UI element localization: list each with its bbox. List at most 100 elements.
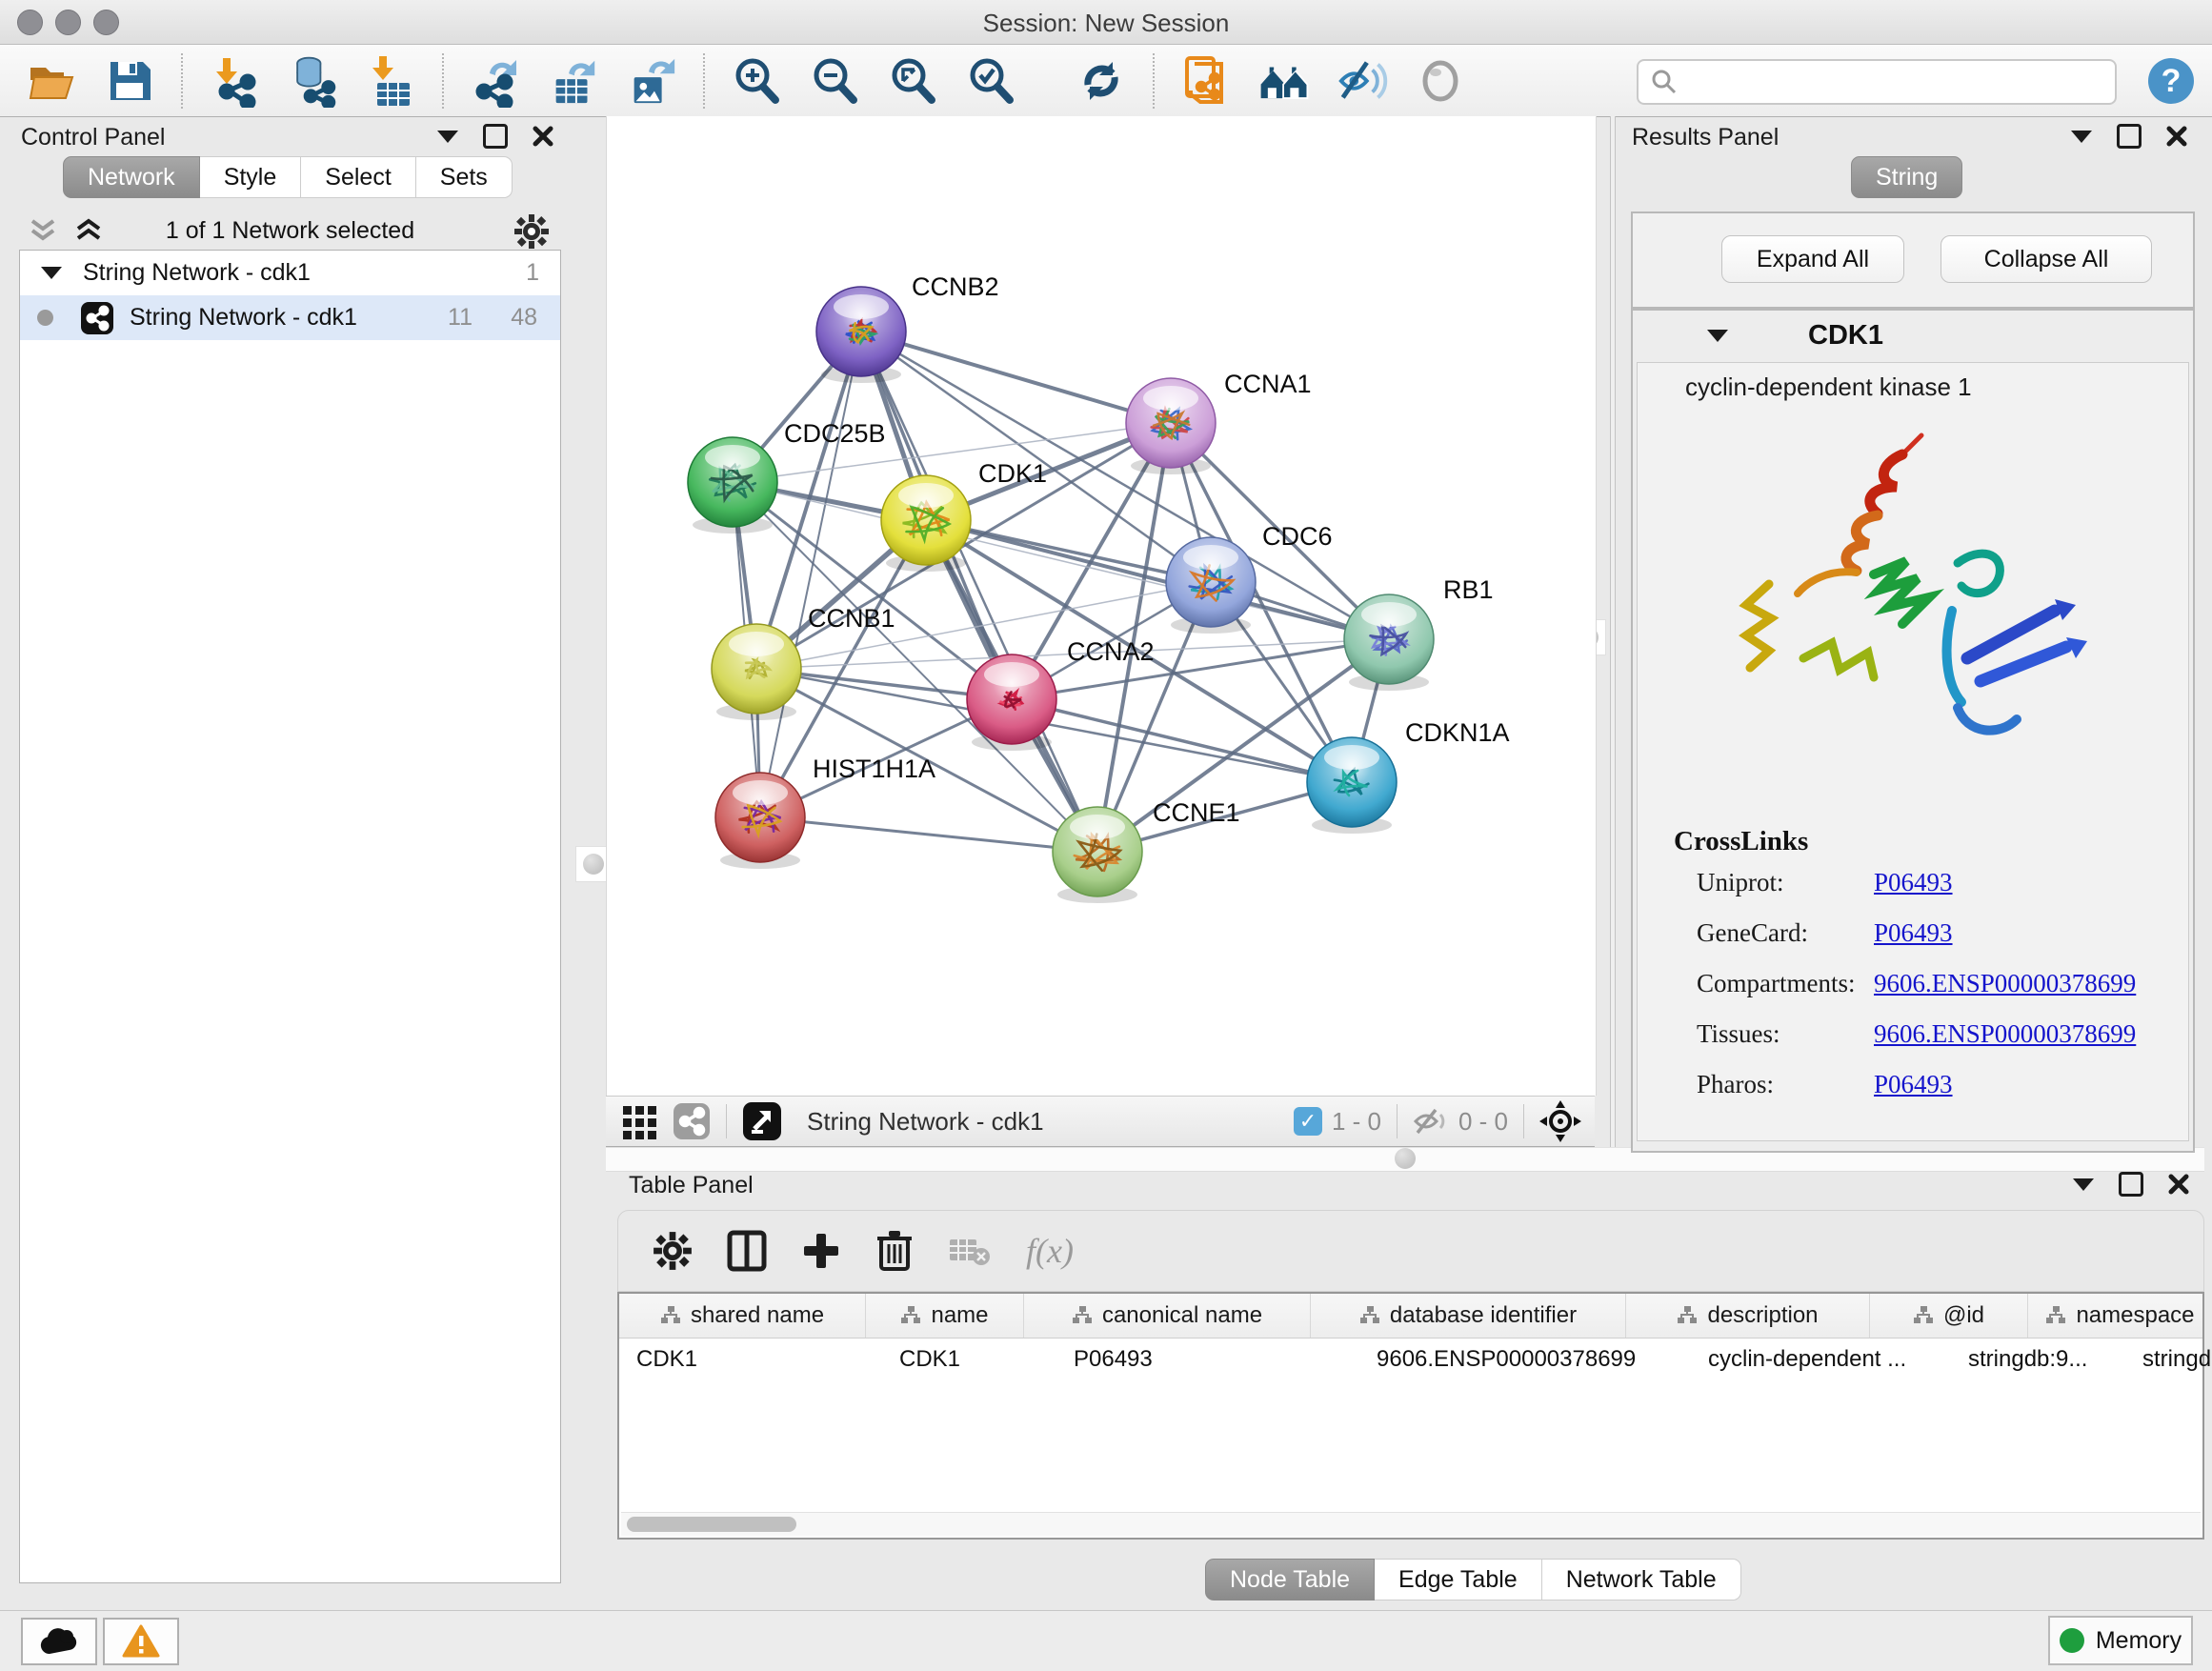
show-columns-icon[interactable] xyxy=(727,1230,767,1272)
zoom-selected-icon[interactable] xyxy=(964,54,1017,108)
node-label-HIST1H1A: HIST1H1A xyxy=(813,755,935,783)
open-session-icon[interactable] xyxy=(25,54,78,108)
table-cell[interactable]: stringdb:9... xyxy=(1951,1339,2125,1380)
delete-column-trash-icon[interactable] xyxy=(875,1229,914,1273)
import-table-icon[interactable] xyxy=(364,54,417,108)
table-options-gear-icon[interactable] xyxy=(653,1231,693,1271)
network-share-icon[interactable] xyxy=(673,1102,711,1140)
tab-node-table[interactable]: Node Table xyxy=(1205,1559,1375,1601)
cloud-status-button[interactable] xyxy=(21,1618,97,1665)
import-network-file-icon[interactable] xyxy=(208,54,261,108)
network-node-CCNB2[interactable]: CCNB2 xyxy=(816,272,999,383)
splitter-dot[interactable] xyxy=(1395,1148,1416,1169)
crosslink-label: Tissues: xyxy=(1697,1019,1780,1049)
network-node-CDC25B[interactable]: CDC25B xyxy=(688,419,886,534)
delete-table-icon[interactable] xyxy=(948,1234,992,1268)
zoom-out-icon[interactable] xyxy=(808,54,861,108)
network-node-HIST1H1A[interactable]: HIST1H1A xyxy=(715,755,935,869)
float-panel-icon[interactable] xyxy=(2071,131,2092,143)
network-node-CDK1[interactable]: CDK1 xyxy=(881,459,1047,572)
close-panel-icon[interactable] xyxy=(2166,126,2187,147)
maximize-panel-icon[interactable] xyxy=(2117,124,2142,149)
vertical-divider[interactable] xyxy=(1610,116,1616,1158)
create-column-plus-icon[interactable] xyxy=(801,1230,841,1272)
network-canvas[interactable]: CCNB2CCNA1CDC25BCDK1CDC6RB1CCNB1CCNA2CDK… xyxy=(606,116,1597,1096)
table-cell[interactable]: 9606.ENSP00000378699 xyxy=(1359,1339,1691,1380)
column-header-canonical-name[interactable]: canonical name xyxy=(1024,1294,1311,1338)
hidden-eye-icon[interactable] xyxy=(1413,1107,1449,1136)
function-builder-icon[interactable]: f(x) xyxy=(1026,1231,1074,1271)
expand-all-button[interactable]: Expand All xyxy=(1721,235,1904,283)
export-image-icon[interactable] xyxy=(625,54,678,108)
network-node-CCNB1[interactable]: CCNB1 xyxy=(712,604,895,720)
crosslink-value-link[interactable]: 9606.ENSP00000378699 xyxy=(1874,969,2136,998)
tab-select[interactable]: Select xyxy=(301,156,415,198)
tab-string[interactable]: String xyxy=(1851,156,1962,198)
table-cell[interactable]: CDK1 xyxy=(619,1339,882,1380)
network-node-count: 11 xyxy=(448,304,473,332)
entry-header[interactable]: CDK1 xyxy=(1633,311,2193,360)
zoom-fit-icon[interactable] xyxy=(886,54,939,108)
collection-expand-icon[interactable] xyxy=(41,267,62,279)
float-panel-icon[interactable] xyxy=(437,131,458,143)
show-eye-icon[interactable] xyxy=(1414,54,1467,108)
network-node-CDKN1A[interactable]: CDKN1A xyxy=(1307,718,1510,834)
table-horizontal-scrollbar[interactable] xyxy=(621,1512,2201,1536)
table-cell[interactable]: CDK1 xyxy=(882,1339,1056,1380)
tab-sets[interactable]: Sets xyxy=(416,156,513,198)
entry-collapse-icon[interactable] xyxy=(1707,330,1728,342)
fit-selected-crosshair-icon[interactable] xyxy=(1539,1100,1581,1142)
birds-eye-grid-icon[interactable] xyxy=(621,1102,659,1140)
table-cell[interactable]: P06493 xyxy=(1056,1339,1359,1380)
network-node-RB1[interactable]: RB1 xyxy=(1344,575,1494,691)
selected-checkbox-icon[interactable]: ✓ xyxy=(1294,1107,1322,1136)
column-header-description[interactable]: description xyxy=(1626,1294,1870,1338)
tab-network-table[interactable]: Network Table xyxy=(1542,1559,1741,1601)
network-collection-row[interactable]: String Network - cdk1 1 xyxy=(20,251,560,295)
zoom-in-icon[interactable] xyxy=(730,54,783,108)
footer-divider xyxy=(1397,1104,1398,1138)
tab-style[interactable]: Style xyxy=(200,156,302,198)
crosslink-value-link[interactable]: P06493 xyxy=(1874,1070,1953,1099)
column-header-database-identifier[interactable]: database identifier xyxy=(1311,1294,1626,1338)
network-edge-CCNB2-HIST1H1A[interactable] xyxy=(760,332,861,817)
crosslink-value-link[interactable]: P06493 xyxy=(1874,918,1953,948)
column-header-shared-name[interactable]: shared name xyxy=(619,1294,866,1338)
column-header-name[interactable]: name xyxy=(866,1294,1024,1338)
maximize-panel-icon[interactable] xyxy=(2119,1172,2143,1197)
warnings-button[interactable] xyxy=(103,1618,179,1665)
crosslink-value-link[interactable]: P06493 xyxy=(1874,868,1953,897)
network-edge-HIST1H1A-CCNE1[interactable] xyxy=(760,817,1097,852)
close-panel-icon[interactable] xyxy=(533,126,553,147)
float-panel-icon[interactable] xyxy=(2073,1178,2094,1191)
network-row[interactable]: String Network - cdk1 11 48 xyxy=(20,295,560,340)
open-in-new-window-icon[interactable] xyxy=(742,1101,782,1141)
import-network-database-icon[interactable] xyxy=(286,54,339,108)
column-header-@id[interactable]: @id xyxy=(1870,1294,2028,1338)
refresh-view-icon[interactable] xyxy=(1075,54,1128,108)
table-cell[interactable]: stringdb xyxy=(2125,1339,2212,1380)
table-cell[interactable]: cyclin-dependent ... xyxy=(1691,1339,1951,1380)
network-edge-CCNB2-CCNA1[interactable] xyxy=(861,332,1171,423)
memory-button[interactable]: Memory xyxy=(2048,1616,2193,1665)
column-header-namespace[interactable]: namespace xyxy=(2028,1294,2212,1338)
network-node-CCNA1[interactable]: CCNA1 xyxy=(1126,370,1312,474)
maximize-panel-icon[interactable] xyxy=(483,124,508,149)
table-header-row: shared namenamecanonical namedatabase id… xyxy=(619,1294,2202,1339)
options-gear-icon[interactable] xyxy=(513,213,550,250)
save-session-icon[interactable] xyxy=(103,54,156,108)
scrollbar-thumb[interactable] xyxy=(627,1517,796,1532)
collapse-all-button[interactable]: Collapse All xyxy=(1941,235,2152,283)
search-box[interactable] xyxy=(1637,59,2117,105)
crosslink-value-link[interactable]: 9606.ENSP00000378699 xyxy=(1874,1019,2136,1049)
help-icon[interactable]: ? xyxy=(2147,57,2195,105)
tab-network[interactable]: Network xyxy=(63,156,200,198)
close-panel-icon[interactable] xyxy=(2168,1174,2189,1195)
export-table-icon[interactable] xyxy=(547,54,600,108)
clone-network-icon[interactable] xyxy=(1179,54,1233,108)
search-input[interactable] xyxy=(1686,68,2115,96)
tab-edge-table[interactable]: Edge Table xyxy=(1375,1559,1542,1601)
hide-labels-icon[interactable] xyxy=(1336,54,1389,108)
export-network-icon[interactable] xyxy=(469,54,522,108)
home-networks-icon[interactable] xyxy=(1257,54,1311,108)
